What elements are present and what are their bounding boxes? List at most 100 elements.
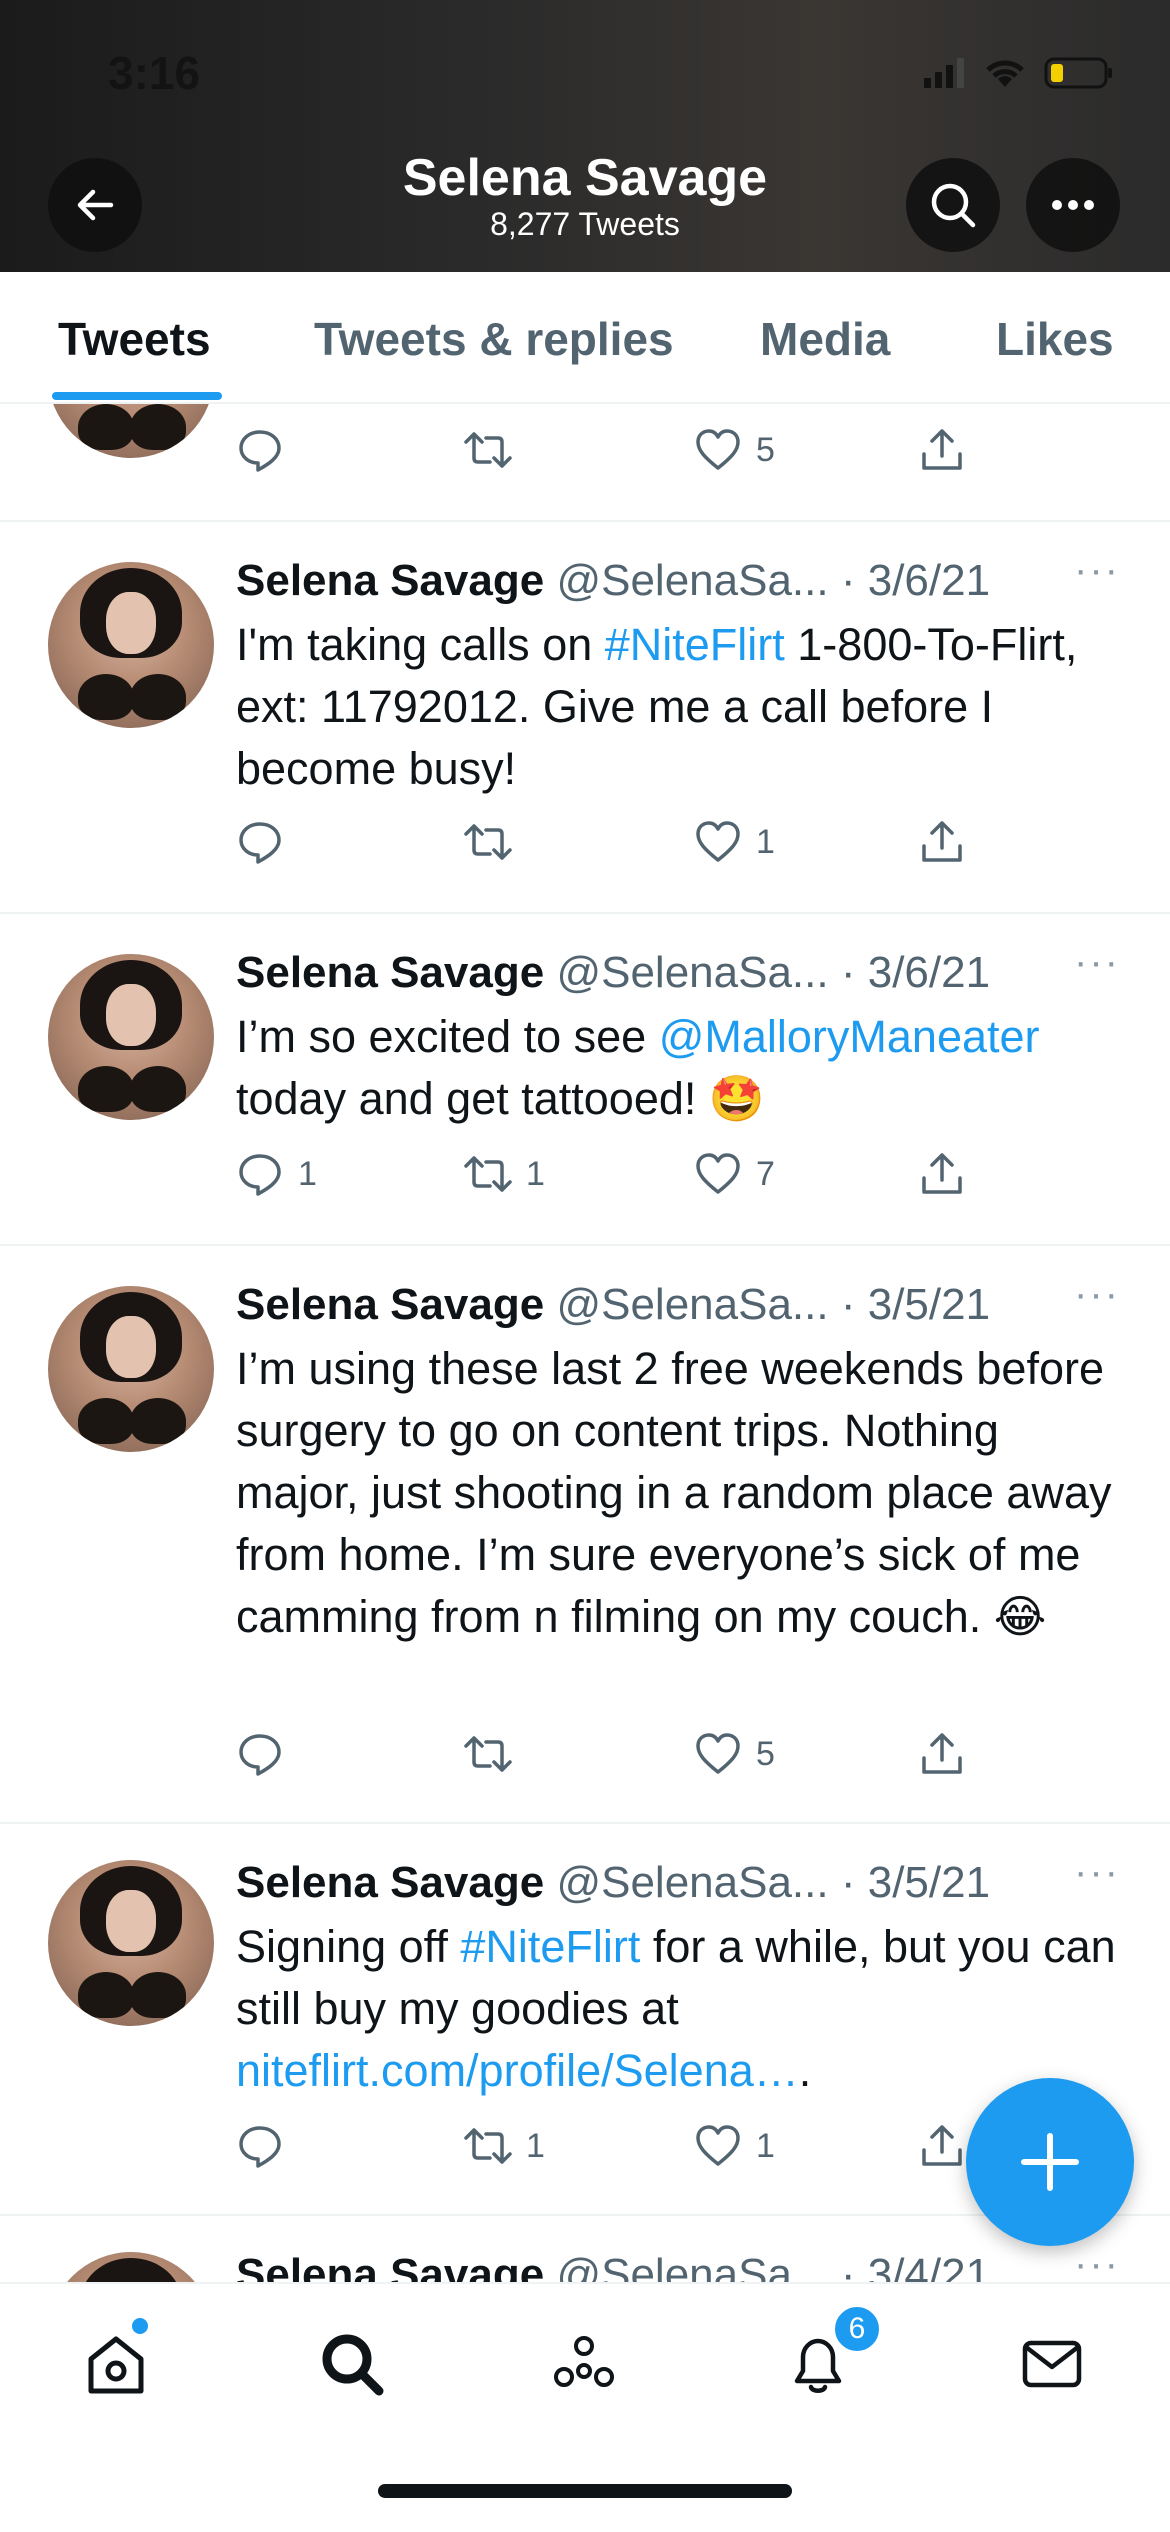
like-button[interactable]: 5: [694, 426, 775, 474]
author-name[interactable]: Selena Savage: [236, 556, 544, 605]
active-tab-indicator: [52, 392, 222, 400]
share-button[interactable]: [918, 1150, 966, 1198]
more-options-button[interactable]: [1026, 158, 1120, 252]
tweet-date: · 3/6/21: [840, 556, 991, 605]
hashtag-link[interactable]: #NiteFlirt: [605, 619, 785, 670]
hashtag-link[interactable]: #NiteFlirt: [460, 1921, 640, 1972]
tab-likes[interactable]: Likes: [996, 312, 1114, 366]
tweet[interactable]: Selena Savage @SelenaSa... · 3/5/21 ··· …: [0, 1246, 1170, 1824]
search-button[interactable]: [906, 158, 1000, 252]
status-icons: [924, 56, 1114, 90]
tweet-header: Selena Savage @SelenaSa... · 3/5/21: [236, 1280, 990, 1330]
tab-media[interactable]: Media: [760, 312, 890, 366]
author-name[interactable]: Selena Savage: [236, 1280, 544, 1329]
battery-icon: [1044, 57, 1112, 89]
share-button[interactable]: [918, 818, 966, 866]
author-handle[interactable]: @SelenaSa...: [556, 556, 828, 605]
tweet-actions: 5: [236, 1730, 996, 1790]
author-name[interactable]: Selena Savage: [236, 1858, 544, 1907]
tweet-header: Selena Savage @SelenaSa... · 3/4/21: [236, 2250, 990, 2282]
tweet-date: · 3/4/21: [840, 2250, 991, 2282]
retweet-button[interactable]: [464, 1730, 512, 1778]
tweet-text: I’m using these last 2 free weekends bef…: [236, 1338, 1116, 1648]
tweet-more-button[interactable]: ···: [1074, 2242, 1120, 2282]
retweet-button[interactable]: 1: [464, 2122, 545, 2170]
avatar[interactable]: [48, 562, 214, 728]
tweet-actions: 1 1: [236, 2122, 996, 2182]
like-count: 7: [756, 1154, 775, 1193]
author-handle[interactable]: @SelenaSa...: [556, 948, 828, 997]
tweet-date: · 3/5/21: [840, 1280, 991, 1329]
like-button[interactable]: 1: [694, 818, 775, 866]
tweet-header: Selena Savage @SelenaSa... · 3/6/21: [236, 556, 990, 606]
notifications-badge: 6: [832, 2304, 882, 2354]
author-handle[interactable]: @SelenaSa...: [556, 1858, 828, 1907]
profile-header: 3:16 Selena Savage 8,277 Tweets: [0, 0, 1170, 272]
reply-button[interactable]: [236, 426, 284, 474]
retweet-count: 1: [526, 2126, 545, 2165]
share-icon: [922, 1153, 962, 1194]
author-name[interactable]: Selena Savage: [236, 2250, 544, 2282]
nav-spaces[interactable]: [544, 2324, 624, 2404]
reply-count: 1: [298, 1154, 317, 1193]
retweet-button[interactable]: [464, 426, 512, 474]
nav-search[interactable]: [312, 2324, 392, 2404]
tweet-text: Signing off #NiteFlirt for a while, but …: [236, 1916, 1116, 2102]
tweet[interactable]: Selena Savage @SelenaSa... · 3/6/21 ··· …: [0, 914, 1170, 1246]
avatar[interactable]: [48, 404, 214, 458]
heart-icon: [696, 2125, 740, 2166]
retweet-icon: [464, 1736, 512, 1772]
tweet-more-button[interactable]: ···: [1074, 1850, 1120, 1895]
tweet[interactable]: 5: [0, 404, 1170, 522]
avatar[interactable]: [48, 1286, 214, 1452]
share-icon: [922, 2125, 962, 2166]
tweet-feed[interactable]: 5 Selena Savage @SelenaSa... · 3/6/21 ··…: [0, 404, 1170, 2282]
cellular-signal-icon: [924, 58, 964, 88]
status-time: 3:16: [108, 47, 201, 99]
tweet-more-button[interactable]: ···: [1074, 940, 1120, 985]
tweet-header: Selena Savage @SelenaSa... · 3/5/21: [236, 1858, 990, 1908]
nav-home[interactable]: [76, 2324, 156, 2404]
tweet-actions: 1 1 7: [236, 1150, 996, 1210]
author-handle[interactable]: @SelenaSa...: [556, 1280, 828, 1329]
like-button[interactable]: 1: [694, 2122, 775, 2170]
mail-icon: [1022, 2340, 1082, 2388]
text-segment: Signing off: [236, 1921, 461, 1972]
author-name[interactable]: Selena Savage: [236, 948, 544, 997]
share-button[interactable]: [918, 1730, 966, 1778]
like-count: 5: [756, 430, 775, 469]
like-button[interactable]: 7: [694, 1150, 775, 1198]
reply-button[interactable]: [236, 2122, 284, 2170]
mention-link[interactable]: @MalloryManeater: [659, 1011, 1040, 1062]
share-button[interactable]: [918, 2122, 966, 2170]
tab-tweets-and-replies[interactable]: Tweets & replies: [314, 312, 674, 366]
wifi-icon: [986, 60, 1024, 87]
reply-icon: [239, 1734, 281, 1776]
like-button[interactable]: 5: [694, 1730, 775, 1778]
reply-icon: [239, 1154, 281, 1196]
author-handle[interactable]: @SelenaSa...: [556, 2250, 828, 2282]
avatar[interactable]: [48, 2252, 214, 2282]
reply-button[interactable]: [236, 818, 284, 866]
reply-button[interactable]: [236, 1730, 284, 1778]
share-icon: [922, 429, 962, 470]
text-segment: .: [798, 2045, 812, 2096]
tweet-more-button[interactable]: ···: [1074, 1272, 1120, 1317]
tweet[interactable]: Selena Savage @SelenaSa... · 3/6/21 ··· …: [0, 522, 1170, 914]
avatar[interactable]: [48, 1860, 214, 2026]
retweet-button[interactable]: [464, 818, 512, 866]
avatar[interactable]: [48, 954, 214, 1120]
retweet-button[interactable]: 1: [464, 1150, 545, 1198]
tweet-more-button[interactable]: ···: [1074, 548, 1120, 593]
tab-tweets[interactable]: Tweets: [58, 312, 211, 366]
text-segment: I’m so excited to see: [236, 1011, 659, 1062]
tweet-actions: 5: [236, 426, 996, 486]
share-button[interactable]: [918, 426, 966, 474]
reply-button[interactable]: 1: [236, 1150, 317, 1198]
reply-icon: [239, 430, 281, 472]
like-count: 1: [756, 822, 775, 861]
heart-icon: [696, 1733, 740, 1774]
nav-messages[interactable]: [1012, 2324, 1092, 2404]
url-link[interactable]: niteflirt.com/profile/Selena…: [236, 2045, 799, 2096]
compose-tweet-button[interactable]: [966, 2078, 1134, 2246]
